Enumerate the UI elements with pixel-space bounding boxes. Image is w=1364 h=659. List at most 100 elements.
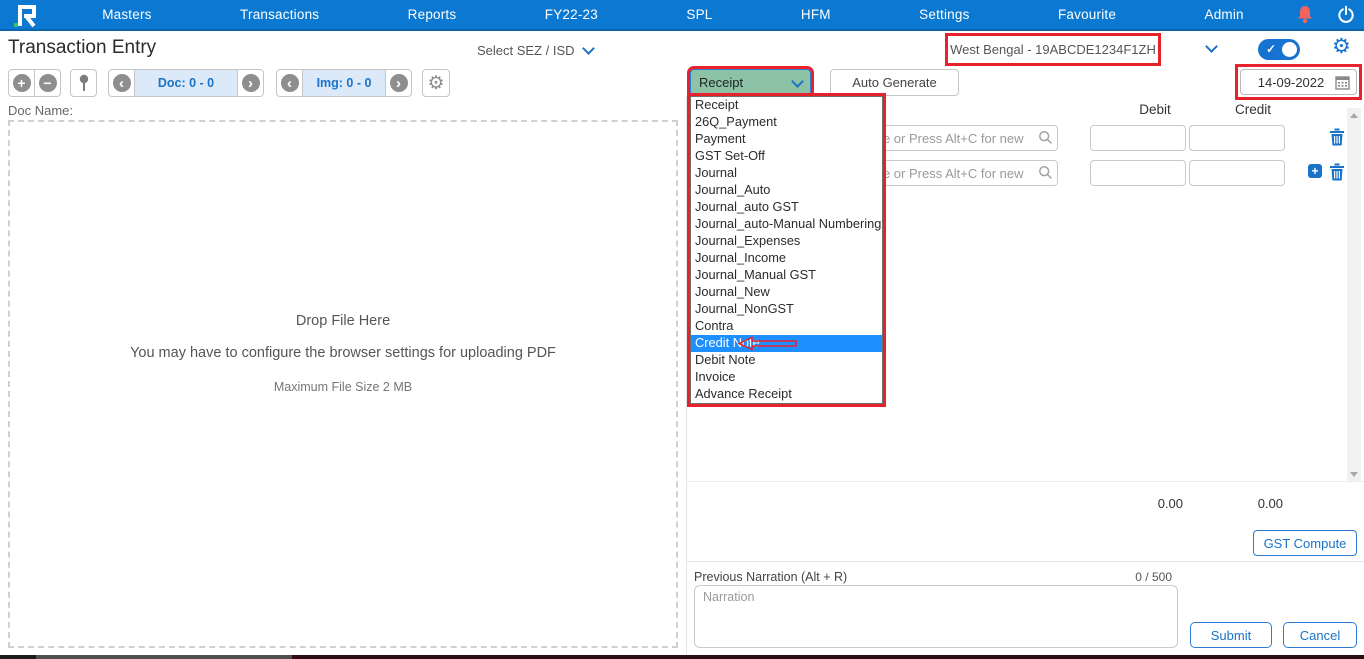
voucher-option[interactable]: Debit Note <box>691 352 882 369</box>
minus-icon: − <box>39 74 57 92</box>
doc-counter: Doc: 0 - 0 <box>134 69 238 97</box>
voucher-option[interactable]: Journal_Manual GST <box>691 267 882 284</box>
narration-divider <box>687 561 1364 562</box>
nav-item-settings[interactable]: Settings <box>919 7 969 22</box>
credit-total: 0.00 <box>1219 496 1283 511</box>
img-prev-button[interactable]: ‹ <box>276 69 303 97</box>
voucher-type-select[interactable]: Receipt <box>690 69 811 96</box>
dropzone-hint: You may have to configure the browser se… <box>10 345 676 361</box>
credit-input-row1[interactable] <box>1189 125 1285 151</box>
nav-item-spl[interactable]: SPL <box>686 7 712 22</box>
voucher-option[interactable]: Journal <box>691 165 882 182</box>
bottom-edge-strip <box>36 655 292 659</box>
dropzone-title: Drop File Here <box>10 313 676 329</box>
nav-item-hfm[interactable]: HFM <box>801 7 831 22</box>
narration-char-counter: 0 / 500 <box>1100 570 1172 584</box>
voucher-type-selected: Receipt <box>699 75 743 90</box>
zoom-in-button[interactable]: + <box>8 69 35 97</box>
search-icon[interactable] <box>1038 165 1053 180</box>
red-arrow-annotation-icon <box>737 336 799 351</box>
submit-button[interactable]: Submit <box>1190 622 1272 648</box>
doc-prev-button[interactable]: ‹ <box>108 69 135 97</box>
voucher-option[interactable]: Advance Receipt <box>691 386 882 403</box>
date-value: 14-09-2022 <box>1247 75 1335 90</box>
settings-gear-icon[interactable]: ⚙ <box>1332 36 1351 57</box>
app-logo-icon[interactable] <box>10 3 44 29</box>
img-next-button[interactable]: › <box>385 69 412 97</box>
file-dropzone[interactable]: Drop File Here You may have to configure… <box>8 120 678 648</box>
doc-next-button[interactable]: › <box>237 69 264 97</box>
check-icon: ✓ <box>1266 42 1276 56</box>
voucher-option[interactable]: Journal_Auto <box>691 182 882 199</box>
search-icon[interactable] <box>1038 130 1053 145</box>
voucher-date-field[interactable]: 14-09-2022 <box>1240 69 1357 95</box>
delete-row-icon[interactable] <box>1329 163 1345 181</box>
debit-input-row2[interactable] <box>1090 160 1186 186</box>
chevron-down-icon[interactable] <box>582 42 595 55</box>
nav-item-transactions[interactable]: Transactions <box>240 7 319 22</box>
nav-item-admin[interactable]: Admin <box>1204 7 1243 22</box>
sez-isd-selector[interactable]: Select SEZ / ISD <box>477 43 575 58</box>
debit-header: Debit <box>1125 102 1185 117</box>
scroll-up-icon[interactable] <box>1350 113 1358 118</box>
img-counter: Img: 0 - 0 <box>302 69 386 97</box>
power-icon[interactable] <box>1336 5 1356 25</box>
entry-mode-toggle[interactable]: ✓ <box>1258 39 1300 60</box>
doc-name-label: Doc Name: <box>8 103 73 118</box>
voucher-option[interactable]: Contra <box>691 318 882 335</box>
pin-icon <box>78 74 90 92</box>
chevron-down-icon[interactable] <box>1205 40 1218 53</box>
voucher-type-dropdown-list: Receipt 26Q_Payment Payment GST Set-Off … <box>690 96 883 404</box>
credit-header: Credit <box>1223 102 1283 117</box>
add-row-icon[interactable]: + <box>1308 164 1322 178</box>
totals-divider <box>687 481 1364 482</box>
voucher-option[interactable]: 26Q_Payment <box>691 114 882 131</box>
gst-compute-button[interactable]: GST Compute <box>1253 530 1357 556</box>
account-input-row2[interactable] <box>853 160 1058 186</box>
dropzone-size-limit: Maximum File Size 2 MB <box>10 380 676 394</box>
previous-narration-label[interactable]: Previous Narration (Alt + R) <box>694 570 847 584</box>
voucher-option[interactable]: Payment <box>691 131 882 148</box>
debit-input-row1[interactable] <box>1090 125 1186 151</box>
zoom-out-button[interactable]: − <box>34 69 61 97</box>
entry-scrollbar[interactable] <box>1347 108 1361 482</box>
chevron-left-icon: ‹ <box>113 74 131 92</box>
nav-menu: Masters Transactions Reports FY22-23 SPL… <box>58 0 1288 29</box>
chevron-right-icon: › <box>242 74 260 92</box>
voucher-option[interactable]: GST Set-Off <box>691 148 882 165</box>
credit-input-row2[interactable] <box>1189 160 1285 186</box>
viewer-settings-button[interactable]: ⚙ <box>422 69 450 97</box>
delete-row-icon[interactable] <box>1329 128 1345 146</box>
branch-gstin-field[interactable]: West Bengal - 19ABCDE1234F1ZH <box>948 36 1158 63</box>
voucher-option[interactable]: Journal_auto GST <box>691 199 882 216</box>
calendar-icon[interactable] <box>1335 75 1350 90</box>
gear-icon: ⚙ <box>427 74 444 93</box>
plus-icon: + <box>13 74 31 92</box>
auto-generate-button[interactable]: Auto Generate <box>830 69 959 96</box>
nav-item-reports[interactable]: Reports <box>408 7 457 22</box>
voucher-option-credit-note-highlighted[interactable]: Credit Note <box>691 335 882 352</box>
narration-textarea[interactable] <box>694 585 1178 648</box>
nav-item-masters[interactable]: Masters <box>102 7 151 22</box>
voucher-option[interactable]: Invoice <box>691 369 882 386</box>
voucher-option[interactable]: Journal_Expenses <box>691 233 882 250</box>
chevron-right-icon: › <box>390 74 408 92</box>
nav-item-favourite[interactable]: Favourite <box>1058 7 1116 22</box>
voucher-option[interactable]: Journal_NonGST <box>691 301 882 318</box>
scroll-down-icon[interactable] <box>1350 472 1358 477</box>
cancel-button[interactable]: Cancel <box>1283 622 1357 648</box>
voucher-option[interactable]: Journal_Income <box>691 250 882 267</box>
nav-item-fy22-23[interactable]: FY22-23 <box>545 7 598 22</box>
voucher-option[interactable]: Journal_auto-Manual Numbering <box>691 216 882 233</box>
date-field-annotation: 14-09-2022 <box>1238 67 1359 97</box>
bottom-edge-strip <box>0 655 36 659</box>
chevron-down-icon <box>791 75 804 88</box>
toggle-knob <box>1282 42 1297 57</box>
pin-button[interactable] <box>70 69 97 97</box>
account-input-row1[interactable] <box>853 125 1058 151</box>
debit-total: 0.00 <box>1119 496 1183 511</box>
voucher-option[interactable]: Journal_New <box>691 284 882 301</box>
voucher-option[interactable]: Receipt <box>691 97 882 114</box>
notification-bell-icon[interactable] <box>1295 4 1315 26</box>
top-navbar: Masters Transactions Reports FY22-23 SPL… <box>0 0 1364 31</box>
